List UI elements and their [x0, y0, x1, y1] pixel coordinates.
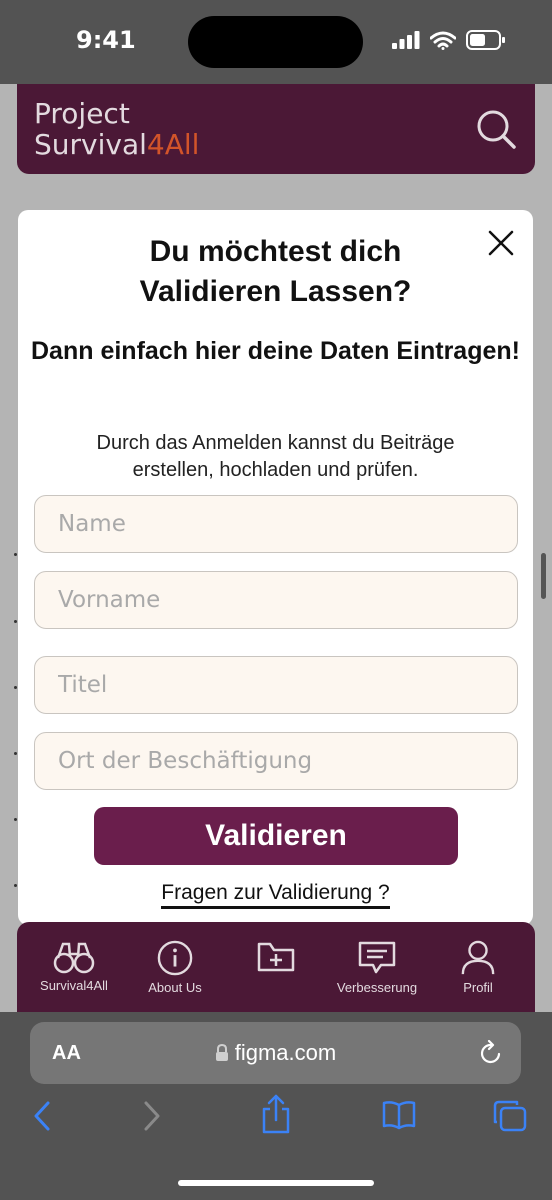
browser-chrome: AA figma.com: [0, 1012, 552, 1200]
background-marker: [14, 553, 17, 556]
logo-accent: 4All: [146, 128, 200, 161]
address-bar[interactable]: AA figma.com: [30, 1022, 521, 1084]
folder-add-icon: [257, 942, 295, 972]
nav-label: Profil: [463, 980, 493, 995]
search-icon[interactable]: [475, 108, 517, 150]
nav-label: Survival4All: [40, 978, 108, 993]
share-icon[interactable]: [261, 1094, 291, 1134]
nav-item-about-us[interactable]: About Us: [123, 940, 227, 995]
background-marker: [14, 620, 17, 623]
signal-icon: [392, 31, 420, 49]
app-logo[interactable]: Project Survival4All: [34, 98, 199, 160]
app-header: Project Survival4All: [17, 84, 535, 174]
info-icon: [157, 940, 193, 976]
nav-item-verbesserung[interactable]: Verbesserung: [325, 940, 429, 995]
binoculars-icon: [53, 942, 95, 974]
url-text: figma.com: [234, 1040, 337, 1065]
ort-field[interactable]: [34, 732, 518, 790]
validation-modal: Du möchtest dich Validieren Lassen? Dann…: [18, 210, 533, 925]
titel-field[interactable]: [34, 656, 518, 714]
bookmarks-icon[interactable]: [382, 1100, 416, 1130]
faq-link-wrap: Fragen zur Validierung ?: [18, 881, 533, 909]
status-icons: [392, 30, 506, 50]
logo-line-2: Survival4All: [34, 129, 199, 160]
background-marker: [14, 884, 17, 887]
nav-label: Verbesserung: [336, 980, 418, 995]
name-field[interactable]: [34, 495, 518, 553]
bottom-nav: Survival4All About Us Verbesserung Profi…: [17, 922, 535, 1012]
background-marker: [14, 752, 17, 755]
nav-item-survival4all[interactable]: Survival4All: [22, 940, 126, 993]
modal-description: Durch das Anmelden kannst du Beiträge er…: [96, 432, 455, 481]
modal-subtitle: Dann einfach hier deine Daten Eintragen!: [31, 337, 520, 365]
validate-button[interactable]: Validieren: [94, 807, 458, 865]
logo-main: Survival: [34, 128, 147, 161]
status-bar: 9:41: [0, 0, 552, 84]
wifi-icon: [430, 31, 456, 50]
close-icon[interactable]: [488, 230, 514, 256]
forward-icon[interactable]: [142, 1100, 162, 1132]
modal-title: Du möchtest dich Validieren Lassen?: [139, 235, 412, 308]
vorname-field[interactable]: [34, 571, 518, 629]
dynamic-island: [188, 16, 363, 68]
tabs-icon[interactable]: [493, 1100, 527, 1132]
nav-item-folder-add[interactable]: [224, 940, 328, 978]
background-marker: [14, 686, 17, 689]
scroll-indicator[interactable]: [541, 553, 546, 599]
home-indicator: [178, 1180, 374, 1186]
logo-line-1: Project: [34, 97, 130, 130]
reload-icon[interactable]: [479, 1040, 503, 1066]
lock-icon: [215, 1043, 228, 1061]
background-marker: [14, 818, 17, 821]
feedback-icon: [358, 941, 396, 974]
browser-toolbar: [0, 1094, 552, 1144]
faq-link[interactable]: Fragen zur Validierung ?: [161, 881, 390, 909]
nav-label: About Us: [148, 980, 202, 995]
back-icon[interactable]: [32, 1100, 52, 1132]
battery-icon: [466, 30, 505, 50]
user-icon: [461, 940, 495, 975]
nav-item-profil[interactable]: Profil: [426, 940, 530, 995]
url-display: figma.com: [30, 1040, 521, 1066]
status-time: 9:41: [76, 26, 136, 54]
